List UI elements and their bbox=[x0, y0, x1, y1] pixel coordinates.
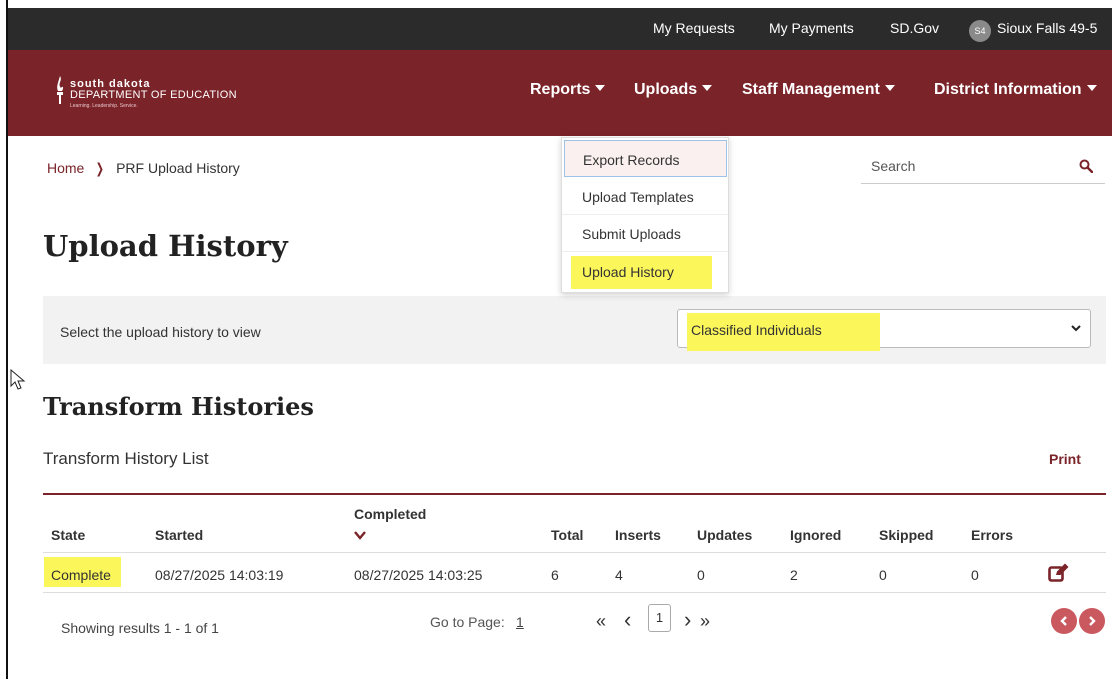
logo-department-text: DEPARTMENT OF EDUCATION bbox=[70, 89, 237, 101]
menu-item-upload-history[interactable]: Upload History bbox=[571, 256, 712, 289]
print-link[interactable]: Print bbox=[1049, 451, 1081, 467]
caret-down-icon bbox=[1086, 84, 1097, 91]
cell-updates: 0 bbox=[697, 567, 705, 583]
menu-item-export-records[interactable]: Export Records bbox=[564, 140, 727, 177]
uploads-dropdown-menu: Export Records Upload Templates Submit U… bbox=[561, 137, 729, 293]
avatar[interactable]: S4 bbox=[969, 20, 991, 42]
cell-started: 08/27/2025 14:03:19 bbox=[155, 567, 284, 583]
cell-completed: 08/27/2025 14:03:25 bbox=[354, 567, 483, 583]
main-navigation: south dakota DEPARTMENT OF EDUCATION Lea… bbox=[8, 50, 1112, 136]
menu-item-submit-uploads[interactable]: Submit Uploads bbox=[562, 215, 728, 252]
nav-uploads-label: Uploads bbox=[634, 81, 698, 98]
column-header-total[interactable]: Total bbox=[551, 527, 583, 543]
cell-total: 6 bbox=[551, 567, 559, 583]
my-payments-link[interactable]: My Payments bbox=[769, 20, 854, 36]
nav-district-information[interactable]: District Information bbox=[934, 81, 1097, 99]
nav-uploads[interactable]: Uploads bbox=[634, 81, 713, 99]
table-top-rule bbox=[43, 493, 1106, 495]
column-header-inserts[interactable]: Inserts bbox=[615, 527, 661, 543]
utility-bar: My Requests My Payments SD.Gov S4 Sioux … bbox=[8, 8, 1112, 50]
column-header-started[interactable]: Started bbox=[155, 527, 203, 543]
scroll-previous-button[interactable] bbox=[1051, 608, 1077, 634]
chevron-down-icon bbox=[1071, 325, 1081, 332]
search-icon[interactable] bbox=[1079, 159, 1093, 173]
cell-inserts: 4 bbox=[615, 567, 623, 583]
sd-gov-link[interactable]: SD.Gov bbox=[890, 20, 939, 36]
section-title: Transform Histories bbox=[43, 392, 314, 421]
page-title: Upload History bbox=[43, 229, 288, 263]
scroll-next-button[interactable] bbox=[1079, 608, 1105, 634]
my-requests-link[interactable]: My Requests bbox=[653, 20, 735, 36]
search-input[interactable] bbox=[871, 156, 1061, 176]
search-box bbox=[861, 150, 1105, 184]
caret-down-icon bbox=[884, 84, 895, 91]
menu-item-upload-history-label: Upload History bbox=[582, 264, 674, 280]
column-header-skipped[interactable]: Skipped bbox=[879, 527, 933, 543]
last-page-icon[interactable]: » bbox=[700, 611, 710, 632]
nav-staff-management-label: Staff Management bbox=[742, 81, 880, 98]
nav-reports-label: Reports bbox=[530, 81, 591, 98]
list-title: Transform History List bbox=[43, 449, 209, 468]
goto-page-label: Go to Page: bbox=[430, 614, 505, 630]
first-page-icon[interactable]: « bbox=[596, 611, 606, 632]
cell-skipped: 0 bbox=[879, 567, 887, 583]
table-row-divider bbox=[43, 592, 1106, 593]
cell-state: Complete bbox=[51, 567, 111, 583]
caret-down-icon bbox=[595, 84, 606, 91]
nav-district-information-label: District Information bbox=[934, 81, 1082, 98]
logo-tagline: Learning. Leadership. Service. bbox=[70, 103, 138, 109]
breadcrumb-current: PRF Upload History bbox=[116, 160, 240, 176]
column-header-completed[interactable]: Completed bbox=[354, 506, 426, 522]
chevron-left-icon bbox=[1060, 616, 1067, 626]
previous-page-icon[interactable]: ‹ bbox=[624, 607, 631, 633]
cell-errors: 0 bbox=[971, 567, 979, 583]
breadcrumb: Home ❯ PRF Upload History bbox=[47, 160, 240, 177]
column-header-state[interactable]: State bbox=[51, 527, 85, 543]
goto-page-input[interactable]: 1 bbox=[516, 614, 524, 630]
filter-label: Select the upload history to view bbox=[60, 324, 261, 340]
filter-panel: Select the upload history to view Classi… bbox=[43, 296, 1106, 364]
chevron-right-icon bbox=[1089, 616, 1096, 626]
nav-reports[interactable]: Reports bbox=[530, 81, 606, 99]
mouse-cursor-icon bbox=[10, 369, 26, 390]
district-selector[interactable]: Sioux Falls 49-5 bbox=[997, 20, 1097, 36]
menu-item-upload-templates[interactable]: Upload Templates bbox=[562, 178, 728, 215]
upload-history-select[interactable]: Classified Individuals bbox=[677, 309, 1091, 351]
window-frame-edge bbox=[0, 0, 8, 679]
edit-icon[interactable] bbox=[1048, 563, 1070, 583]
column-header-ignored[interactable]: Ignored bbox=[790, 527, 841, 543]
sd-doe-logo[interactable]: south dakota DEPARTMENT OF EDUCATION Lea… bbox=[54, 74, 264, 118]
next-page-icon[interactable]: › bbox=[684, 607, 691, 633]
cell-ignored: 2 bbox=[790, 567, 798, 583]
breadcrumb-home[interactable]: Home bbox=[47, 160, 84, 176]
torch-icon bbox=[57, 76, 64, 104]
caret-down-icon bbox=[702, 84, 713, 91]
sort-descending-icon[interactable] bbox=[354, 531, 366, 540]
nav-staff-management[interactable]: Staff Management bbox=[742, 81, 895, 99]
column-header-updates[interactable]: Updates bbox=[697, 527, 752, 543]
current-page-button[interactable]: 1 bbox=[648, 604, 671, 632]
results-summary: Showing results 1 - 1 of 1 bbox=[61, 620, 219, 636]
upload-history-selected-value: Classified Individuals bbox=[691, 322, 822, 338]
column-header-errors[interactable]: Errors bbox=[971, 527, 1013, 543]
chevron-right-icon: ❯ bbox=[96, 160, 105, 176]
table-row-divider bbox=[43, 552, 1106, 553]
